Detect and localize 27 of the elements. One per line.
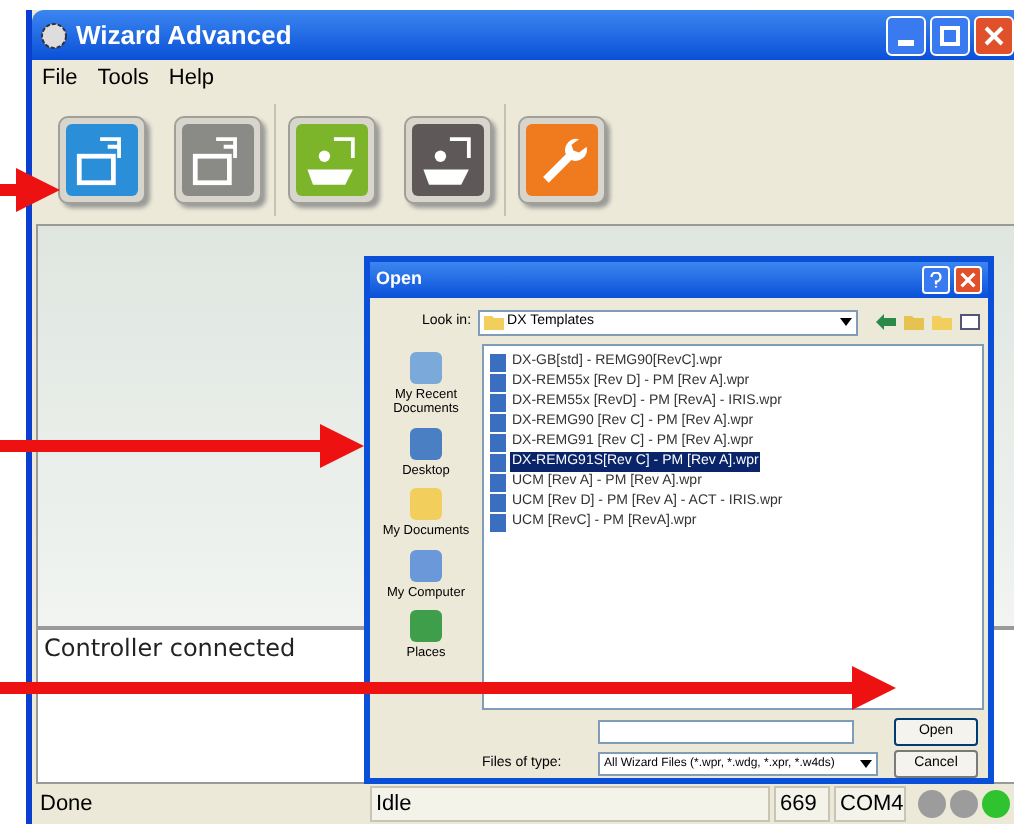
maximize-icon	[940, 25, 960, 45]
window-title: Wizard Advanced	[76, 17, 292, 54]
dropdown-arrow-icon	[839, 318, 852, 326]
status-state: Idle	[370, 785, 770, 823]
menu-item[interactable]: Tools	[97, 61, 149, 95]
help-button[interactable]	[922, 266, 950, 294]
file-name-field[interactable]	[598, 720, 854, 744]
menu-item[interactable]: Help	[168, 61, 215, 95]
close-button[interactable]	[974, 15, 1014, 55]
app-logo-icon	[40, 21, 68, 49]
close-icon	[984, 25, 1004, 45]
log-line: Controller connected	[44, 632, 296, 666]
dialog-title: Open	[376, 266, 423, 293]
close-button[interactable]	[954, 266, 982, 294]
minimize-button[interactable]	[886, 15, 926, 55]
pointer-arrow	[0, 168, 60, 212]
close-icon	[960, 272, 976, 288]
dropdown-arrow-icon	[860, 760, 872, 768]
minimize-icon	[898, 39, 914, 45]
back-icon[interactable]	[875, 314, 896, 330]
status-message: Done	[38, 789, 95, 820]
menu-item[interactable]: File	[42, 61, 78, 95]
status-value: 669	[774, 785, 830, 823]
help-icon	[930, 272, 942, 288]
maximize-button[interactable]	[930, 15, 970, 55]
status-port: COM4	[834, 785, 906, 823]
folder-icon	[483, 314, 504, 330]
